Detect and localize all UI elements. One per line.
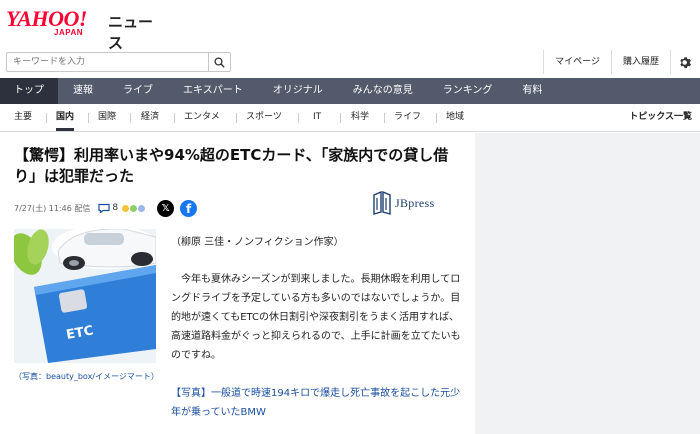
nav-ranking[interactable]: ランキング (428, 78, 508, 104)
gear-icon (680, 56, 692, 68)
divider (130, 113, 131, 123)
category-economy[interactable]: 経済 (141, 104, 159, 131)
category-international[interactable]: 国際 (98, 104, 116, 131)
nav-paid[interactable]: 有料 (507, 78, 557, 104)
nav-top[interactable]: トップ (0, 78, 58, 104)
publisher-logo[interactable]: JBpress (372, 191, 434, 215)
sad-face-icon (137, 203, 147, 213)
share-buttons: 𝕏 f (157, 199, 198, 217)
logo-japan-text: JAPAN (54, 28, 84, 37)
category-entertainment[interactable]: エンタメ (184, 104, 220, 131)
topics-list-link[interactable]: トピックス一覧 (629, 104, 692, 131)
divider (436, 113, 437, 123)
main-nav: トップ 速報 ライブ エキスパート オリジナル みんなの意見 ランキング 有料 (0, 78, 700, 104)
divider (298, 113, 299, 123)
nav-breaking[interactable]: 速報 (58, 78, 108, 104)
divider (384, 113, 385, 123)
comment-button[interactable]: 8 (98, 203, 147, 214)
publish-date: 7/27(土) 11:46 配信 (14, 203, 91, 213)
article-meta: 7/27(土) 11:46 配信 8 𝕏 f (14, 199, 198, 217)
purchase-history-link[interactable]: 購入履歴 (610, 50, 670, 74)
photo-caption[interactable]: （写真：beauty_box/イメージマート） (14, 371, 159, 383)
divider (340, 113, 341, 123)
article-figure: ETC （写真：beauty_box/イメージマート） (14, 229, 159, 383)
byline: （柳原 三佳・ノンフィクション作家） (171, 237, 344, 248)
category-sports[interactable]: スポーツ (246, 104, 282, 131)
article-photo[interactable]: ETC (14, 229, 156, 363)
nav-original[interactable]: オリジナル (258, 78, 338, 104)
divider (174, 113, 175, 123)
header-links: マイページ 購入履歴 (543, 50, 700, 74)
divider (236, 113, 237, 123)
category-region[interactable]: 地域 (446, 104, 464, 131)
nav-opinions[interactable]: みんなの意見 (338, 78, 428, 104)
category-it[interactable]: IT (313, 104, 321, 131)
x-share-icon[interactable]: 𝕏 (157, 199, 175, 217)
mypage-link[interactable]: マイページ (543, 50, 611, 74)
publisher-name: JBpress (395, 195, 435, 210)
category-main[interactable]: 主要 (14, 104, 32, 131)
site-header: YAHOO! JAPAN ニュース マイページ 購入履歴 (0, 0, 700, 78)
article-title: 【驚愕】利用率いまや94%超のETCカード、「家族内での貸し借り」は犯罪だった (14, 146, 449, 185)
article-paragraph: 今年も夏休みシーズンが到来しました。長期休暇を利用してロングドライブを予定してい… (171, 274, 461, 361)
etc-card-car-image: ETC (14, 229, 156, 363)
category-nav: 主要 国内 国際 経済 エンタメ スポーツ IT 科学 ライフ 地域 トピックス… (0, 104, 700, 132)
nav-expert[interactable]: エキスパート (168, 78, 258, 104)
category-domestic[interactable]: 国内 (56, 104, 75, 131)
category-life[interactable]: ライフ (394, 104, 421, 131)
facebook-share-icon[interactable]: f (180, 199, 198, 217)
right-sidebar (475, 133, 700, 434)
category-science[interactable]: 科学 (351, 104, 369, 131)
article-body: （柳原 三佳・ノンフィクション作家） 今年も夏休みシーズンが到来しました。長期休… (171, 233, 467, 422)
yahoo-news-logo[interactable]: YAHOO! JAPAN ニュース (6, 6, 156, 52)
reaction-faces (121, 203, 147, 213)
comment-icon (98, 203, 110, 213)
comment-count: 8 (112, 203, 119, 213)
logo-news-text: ニュース (108, 13, 154, 52)
divider (46, 113, 47, 123)
settings-button[interactable] (670, 50, 700, 74)
related-photo-link[interactable]: 【写真】一般道で時速194キロで爆走し死亡事故を起こした元少年が乗っていたBMW (171, 384, 467, 422)
divider (88, 113, 89, 123)
search-box (6, 52, 231, 72)
search-input[interactable] (7, 53, 207, 71)
search-icon (214, 56, 225, 68)
article: 【驚愕】利用率いまや94%超のETCカード、「家族内での貸し借り」は犯罪だった … (0, 133, 475, 434)
jbpress-logo-icon (373, 191, 391, 215)
nav-live[interactable]: ライブ (108, 78, 168, 104)
search-button[interactable] (208, 53, 230, 71)
